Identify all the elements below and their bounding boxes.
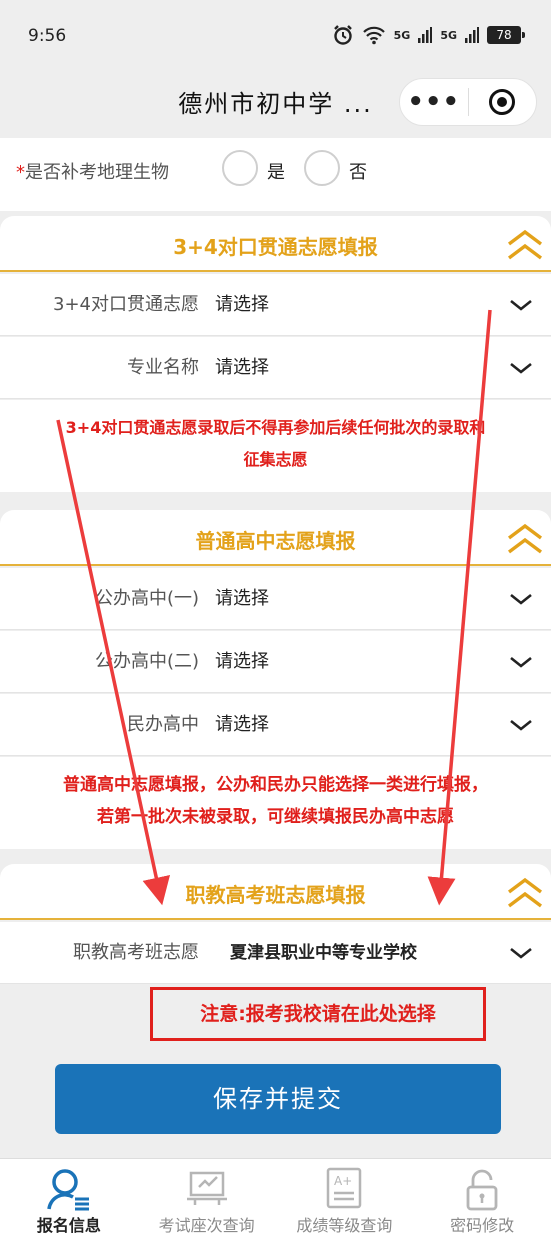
tab-seat-query[interactable]: 考试座次查询 (138, 1159, 276, 1239)
tab-grade-query[interactable]: A+ 成绩等级查询 (276, 1159, 414, 1239)
note-line: 普通高中志愿填报，公办和民办只能选择一类进行填报， (63, 775, 488, 795)
row-label: 职教高考班志愿 (73, 942, 199, 963)
row-value: 请选择 (215, 714, 269, 735)
wifi-icon (362, 26, 385, 45)
alarm-icon (333, 25, 352, 45)
row-value: 请选择 (215, 651, 269, 672)
signal-5g-1: 5G (393, 28, 411, 42)
chevron-down-icon (510, 362, 532, 374)
required-mark: * (16, 162, 25, 183)
select-public-high-school-1[interactable]: 公办高中(一) 请选择 (0, 568, 551, 630)
battery-indicator: 78 (487, 26, 525, 44)
select-public-high-school-2[interactable]: 公办高中(二) 请选择 (0, 631, 551, 693)
tab-label: 密码修改 (450, 1216, 515, 1235)
svg-text:A+: A+ (334, 1174, 352, 1188)
row-value: 夏津县职业中等专业学校 (230, 943, 417, 963)
person-list-icon (47, 1169, 89, 1211)
double-chevron-up-icon[interactable] (505, 520, 545, 556)
makeup-exam-label: *是否补考地理生物 (16, 158, 169, 184)
radio-yes-label: 是 (267, 162, 285, 183)
select-major-name[interactable]: 专业名称 请选择 (0, 337, 551, 399)
radio-no-label: 否 (349, 162, 367, 183)
note-line: 若第一批次未被录取，可继续填报民办高中志愿 (97, 807, 454, 827)
section2-note: 普通高中志愿填报，公办和民办只能选择一类进行填报， 若第一批次未被录取，可继续填… (0, 757, 551, 849)
tab-label: 考试座次查询 (158, 1216, 255, 1235)
row-label: 专业名称 (127, 357, 199, 378)
double-chevron-up-icon[interactable] (505, 874, 545, 910)
lock-icon (466, 1169, 498, 1211)
attention-annotation: 注意:报考我校请在此处选择 (150, 987, 486, 1041)
grade-document-icon: A+ (327, 1167, 362, 1209)
section-title: 普通高中志愿填报 (195, 529, 356, 553)
save-submit-button[interactable]: 保存并提交 (55, 1064, 501, 1134)
makeup-exam-text: 是否补考地理生物 (25, 162, 169, 183)
tab-password-change[interactable]: 密码修改 (413, 1159, 551, 1239)
radio-no[interactable] (304, 150, 340, 186)
note-line: 征集志愿 (243, 450, 308, 469)
section-title: 3+4对口贯通志愿填报 (173, 235, 378, 259)
signal-bars-icon (418, 27, 433, 43)
status-time: 9:56 (28, 26, 67, 46)
select-3plus4-choice[interactable]: 3+4对口贯通志愿 请选择 (0, 274, 551, 336)
chevron-down-icon (510, 593, 532, 605)
select-private-high-school[interactable]: 民办高中 请选择 (0, 694, 551, 756)
section-header-3plus4[interactable]: 3+4对口贯通志愿填报 (0, 216, 551, 272)
tab-label: 报名信息 (36, 1216, 101, 1235)
section-header-high-school[interactable]: 普通高中志愿填报 (0, 510, 551, 566)
chevron-down-icon (510, 719, 532, 731)
nav-bar: 德州市初中学 ... ••• (0, 70, 551, 138)
signal-bars-icon (465, 27, 479, 43)
tab-label: 成绩等级查询 (296, 1216, 393, 1235)
note-line: 3+4对口贯通志愿录取后不得再参加后续任何批次的录取和 (65, 418, 486, 437)
signal-5g-2: 5G (440, 28, 457, 42)
makeup-exam-card: *是否补考地理生物 是 否 (0, 138, 551, 211)
row-label: 3+4对口贯通志愿 (53, 294, 199, 315)
section-title: 职教高考班志愿填报 (185, 883, 366, 907)
section1-note: 3+4对口贯通志愿录取后不得再参加后续任何批次的录取和 征集志愿 (0, 400, 551, 492)
row-label: 民办高中 (127, 714, 199, 735)
row-value: 请选择 (215, 357, 269, 378)
chevron-down-icon (510, 656, 532, 668)
more-menu-button[interactable]: ••• (400, 78, 468, 126)
row-value: 请选择 (215, 588, 269, 609)
section-header-vocational[interactable]: 职教高考班志愿填报 (0, 864, 551, 920)
row-label: 公办高中(一) (94, 588, 199, 609)
tab-registration-info[interactable]: 报名信息 (0, 1159, 138, 1239)
chevron-down-icon (510, 947, 532, 959)
seat-query-icon (186, 1171, 227, 1205)
radio-yes[interactable] (222, 150, 258, 186)
select-vocational-choice[interactable]: 职教高考班志愿 夏津县职业中等专业学校 (0, 922, 551, 984)
status-icons: 5G 5G 78 (332, 24, 525, 46)
mini-program-capsule: ••• (399, 78, 537, 126)
row-label: 公办高中(二) (94, 651, 199, 672)
double-chevron-up-icon[interactable] (505, 226, 545, 262)
row-value: 请选择 (215, 294, 269, 315)
close-mini-program-button[interactable] (469, 89, 537, 115)
target-icon (489, 89, 516, 115)
bottom-tab-bar: 报名信息 考试座次查询 A+ 成绩等级查询 密码修改 (0, 1158, 551, 1239)
status-bar: 9:56 5G 5G 78 (0, 0, 551, 70)
chevron-down-icon (510, 299, 532, 311)
